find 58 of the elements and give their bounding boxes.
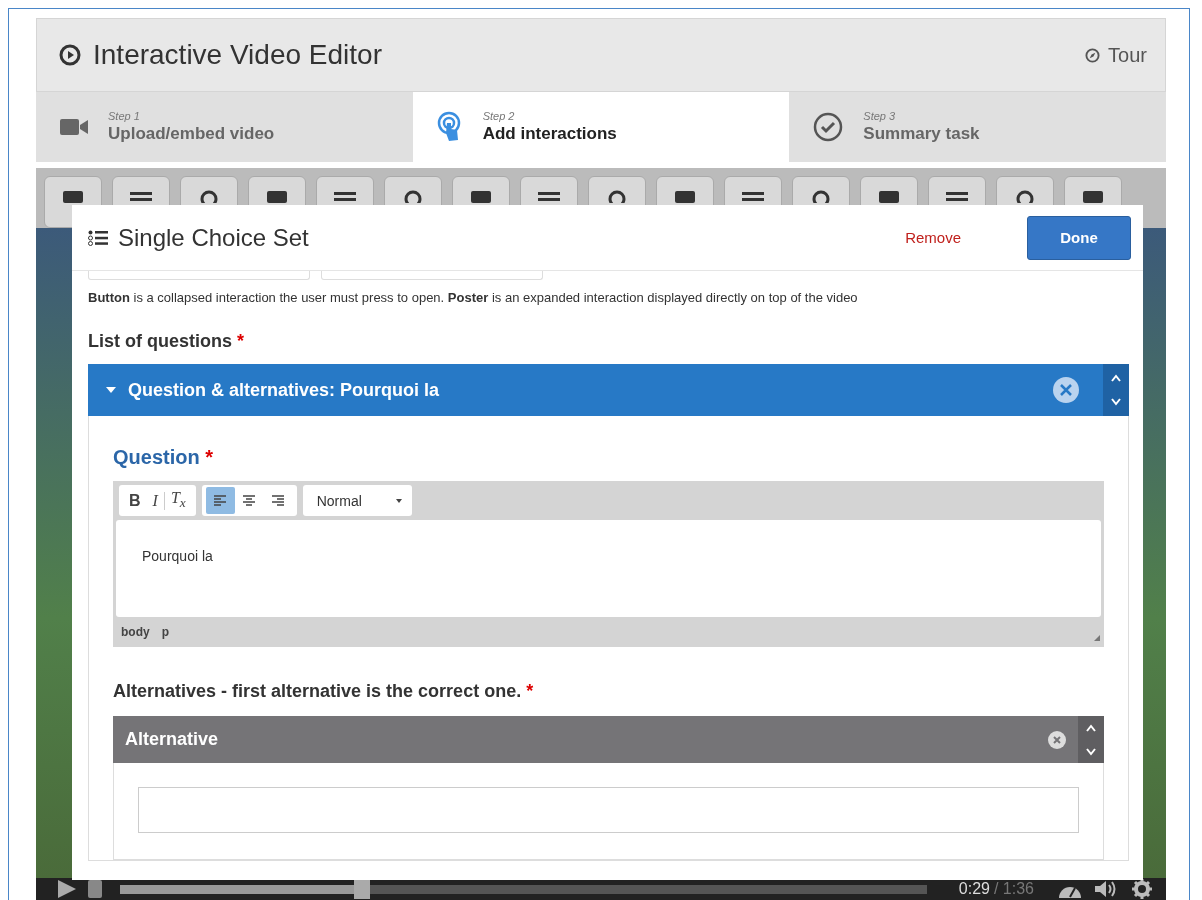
- required-mark: *: [526, 681, 534, 701]
- group-title: Question & alternatives: Pourquoi la: [128, 379, 441, 401]
- step-number: Step 2: [482, 110, 516, 122]
- reorder-control[interactable]: [1103, 364, 1129, 416]
- check-circle-icon: [813, 112, 844, 142]
- reorder-control[interactable]: [1078, 716, 1104, 763]
- group-header[interactable]: Question & alternatives: Pourquoi la: [88, 364, 1129, 416]
- question-text: Pourquoi la: [142, 548, 213, 564]
- dialog-title: Single Choice Set: [118, 223, 310, 252]
- touch-icon: [436, 111, 463, 143]
- question-field[interactable]: Pourquoi la: [116, 520, 1101, 617]
- duration: / 1:36: [993, 880, 1034, 898]
- align-icon: [271, 494, 286, 507]
- step-label: Upload/embed video: [108, 124, 275, 144]
- remove-link[interactable]: Remove: [905, 229, 961, 246]
- description-text: Button is a collapsed interaction the user must press to open. Poster is an expanded interaction displayed directly on top of the video: [88, 290, 859, 305]
- up-down-icon: [1110, 373, 1122, 407]
- required-mark: *: [205, 446, 214, 468]
- step-tab[interactable]: Step 1 Upload/embed video: [36, 92, 413, 162]
- field-label: List of questions: [88, 331, 232, 351]
- format-button[interactable]: B: [123, 491, 147, 510]
- element-path[interactable]: p: [161, 625, 169, 639]
- format-button[interactable]: T$_{x}$: [164, 489, 192, 512]
- settings-icon[interactable]: [1132, 879, 1152, 899]
- list-icon: [88, 229, 108, 246]
- marker-icon[interactable]: [88, 880, 102, 898]
- input-field[interactable]: [321, 271, 543, 280]
- compass-icon: [1085, 47, 1101, 63]
- resize-grip-icon[interactable]: [1094, 635, 1100, 641]
- tour-button[interactable]: Tour: [1085, 43, 1147, 67]
- play-icon[interactable]: [56, 880, 76, 898]
- field-label: Alternatives - first alternative is the correct one.: [113, 681, 522, 701]
- camera-icon: [60, 118, 88, 136]
- up-down-icon: [1085, 722, 1097, 757]
- step-number: Step 3: [863, 110, 897, 122]
- align-icon: [242, 494, 257, 507]
- format-dropdown[interactable]: Normal: [302, 485, 412, 516]
- format-button[interactable]: I: [146, 491, 164, 510]
- align-icon: [213, 494, 228, 507]
- play-circle-icon: [59, 44, 81, 66]
- step-label: Add interactions: [482, 124, 617, 144]
- alternative-header[interactable]: Alternative: [113, 716, 1104, 763]
- step-number: Step 1: [108, 110, 141, 122]
- alternative-input[interactable]: [138, 787, 1079, 833]
- caret-icon: [395, 498, 402, 503]
- field-label: Question: [113, 446, 200, 468]
- input-field[interactable]: [88, 271, 310, 280]
- current-time: 0:29: [958, 880, 990, 898]
- remove-icon[interactable]: [1048, 730, 1066, 749]
- editor-title: Interactive Video Editor: [93, 39, 382, 71]
- required-mark: *: [237, 331, 245, 351]
- alternative-title: Alternative: [125, 729, 220, 750]
- remove-icon[interactable]: [1053, 377, 1079, 403]
- step-tab[interactable]: Step 3 Summary task: [789, 92, 1166, 162]
- done-button[interactable]: Done: [1027, 215, 1131, 260]
- element-path[interactable]: body: [121, 625, 150, 639]
- step-label: Summary task: [863, 124, 980, 144]
- align-button[interactable]: [205, 487, 235, 514]
